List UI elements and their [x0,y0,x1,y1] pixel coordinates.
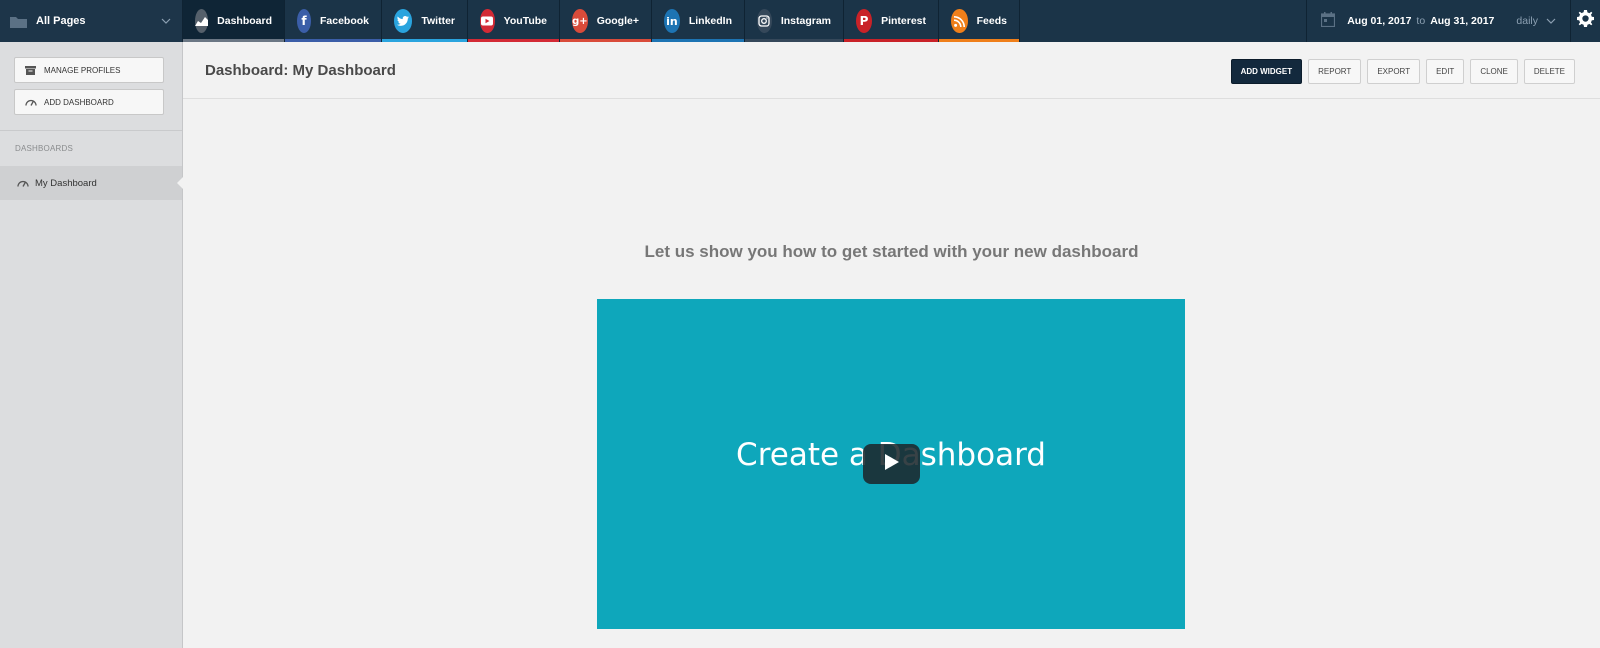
sidebar-item-label: My Dashboard [35,177,97,189]
tab-facebook[interactable]: f Facebook [285,0,382,42]
calendar-icon [1321,12,1336,30]
tab-twitter[interactable]: Twitter [382,0,468,42]
date-separator: to [1416,15,1426,27]
add-widget-button[interactable]: ADD WIDGET [1230,59,1303,84]
top-navigation-bar: All Pages Dashboard f Facebook Twitter Y… [0,0,1600,42]
pinterest-icon: P [856,9,873,33]
tab-label: Pinterest [881,15,926,27]
sidebar-divider [0,130,182,131]
dashboard-actions: ADD WIDGET REPORT EXPORT EDIT CLONE DELE… [1225,59,1575,84]
edit-button[interactable]: EDIT [1426,59,1465,84]
settings-gear-button[interactable] [1570,0,1600,42]
clone-button[interactable]: CLONE [1470,59,1518,84]
tab-linkedin[interactable]: in LinkedIn [652,0,745,42]
manage-profiles-label: MANAGE PROFILES [44,65,121,75]
tab-youtube[interactable]: YouTube [468,0,560,42]
gauge-icon [17,179,29,187]
page-title: Dashboard: My Dashboard [205,62,396,79]
date-range-picker[interactable]: Aug 01, 2017 to Aug 31, 2017 daily [1306,0,1570,42]
all-pages-label: All Pages [36,15,86,27]
tab-label: Instagram [780,15,831,27]
dashboards-section-label: DASHBOARDS [15,144,74,153]
linkedin-icon: in [664,9,680,33]
facebook-icon: f [297,9,311,33]
tab-label: Feeds [976,15,1007,27]
active-indicator [177,177,183,189]
delete-button[interactable]: DELETE [1523,59,1575,84]
dashboard-header: Dashboard: My Dashboard ADD WIDGET REPOR… [183,42,1600,99]
gauge-icon [25,97,37,107]
play-icon [884,453,900,476]
youtube-icon [480,9,495,33]
gear-icon [1577,10,1594,32]
tab-dashboard[interactable]: Dashboard [183,0,285,42]
tab-label: LinkedIn [688,15,732,27]
rss-icon [951,9,968,33]
manage-profiles-button[interactable]: MANAGE PROFILES [14,57,164,83]
tab-label: Facebook [319,15,369,27]
add-dashboard-label: ADD DASHBOARD [44,97,114,107]
play-button[interactable] [863,444,920,484]
tab-label: Google+ [596,15,639,27]
archive-icon [25,65,37,75]
tab-label: Twitter [421,15,455,27]
chevron-down-icon [1546,15,1556,27]
date-to: Aug 31, 2017 [1430,15,1495,27]
date-from: Aug 01, 2017 [1347,15,1412,27]
twitter-icon [394,9,413,33]
sidebar-item-my-dashboard[interactable]: My Dashboard [0,166,183,200]
sidebar: MANAGE PROFILES ADD DASHBOARD DASHBOARDS… [0,42,183,648]
chevron-down-icon [161,15,171,27]
google-plus-icon: g+ [572,9,588,33]
instagram-icon [757,9,772,33]
add-dashboard-button[interactable]: ADD DASHBOARD [14,89,164,115]
tab-pinterest[interactable]: P Pinterest [844,0,939,42]
report-button[interactable]: REPORT [1308,59,1362,84]
frequency-selector[interactable]: daily [1516,15,1538,27]
tab-feeds[interactable]: Feeds [939,0,1020,42]
tab-google-plus[interactable]: g+ Google+ [560,0,652,42]
tutorial-video[interactable]: Create a Dashboard [597,299,1185,629]
getting-started-heading: Let us show you how to get started with … [644,242,1139,261]
tab-instagram[interactable]: Instagram [745,0,844,42]
all-pages-selector[interactable]: All Pages [0,0,183,42]
folder-icon [10,15,27,28]
tab-label: Dashboard [217,15,272,27]
chart-icon [195,9,209,33]
tab-label: YouTube [503,15,547,27]
export-button[interactable]: EXPORT [1367,59,1421,84]
